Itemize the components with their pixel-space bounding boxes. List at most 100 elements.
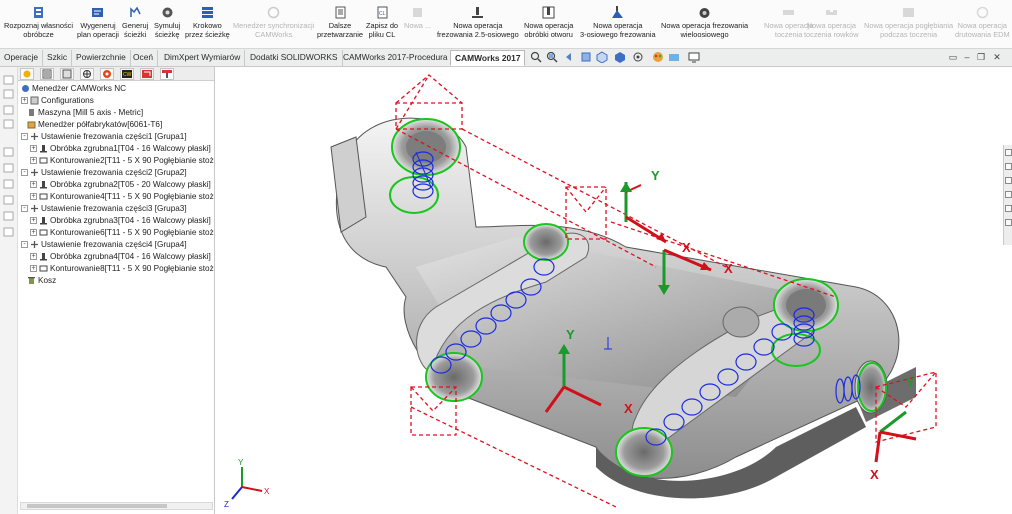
step-through-button[interactable]: Krokowo przez ścieżkę <box>185 6 230 39</box>
strip-tool-icon-6[interactable] <box>3 163 14 173</box>
sync-manager-button[interactable]: Menedżer synchronizacji CAMWorks <box>233 6 314 39</box>
strip-tool-icon-7[interactable] <box>3 179 14 189</box>
expand-icon[interactable]: + <box>30 181 37 189</box>
mill-multiaxis-icon <box>699 8 710 18</box>
zoom-area-icon[interactable] <box>546 51 558 63</box>
save-cl-button[interactable]: CL Zapisz do pliku CL <box>366 6 398 39</box>
tab-camworks-2017[interactable]: CAMWorks 2017 <box>450 50 526 66</box>
new-grooving-button[interactable]: Nowa operacja toczenia rowków <box>804 6 859 39</box>
zoom-to-fit-icon[interactable] <box>530 51 542 63</box>
view-settings-icon[interactable] <box>688 51 700 63</box>
close-icon[interactable]: ✕ <box>992 52 1002 62</box>
tab-ocen[interactable]: Oceń <box>129 50 159 66</box>
scenes-icon[interactable] <box>668 51 680 63</box>
expand-icon[interactable]: + <box>21 97 28 105</box>
configurationmanager-tab[interactable] <box>60 68 74 80</box>
expand-icon[interactable]: + <box>30 157 37 165</box>
graphics-viewport[interactable]: Y X X Y X Y X Y X Z <box>216 67 1012 514</box>
expand-icon[interactable]: + <box>30 193 37 201</box>
maximize-icon[interactable]: ❐ <box>976 52 986 62</box>
new-multiaxis-mill-button[interactable]: Nowa operacja frezowania wieloosiowego <box>661 6 748 39</box>
tree-item-mill-setup-1[interactable]: - Ustawienie frezowania części1 [Grupa1] <box>21 131 187 143</box>
tree-item-mill-setup-4[interactable]: - Ustawienie frezowania części4 [Grupa4] <box>21 239 187 251</box>
tab-dimxpert[interactable]: DimXpert Wymiarów <box>160 50 246 66</box>
expand-icon[interactable]: + <box>30 265 37 273</box>
axis-label-x: X <box>724 261 733 276</box>
tree-item-configurations[interactable]: + Configurations <box>21 95 94 107</box>
collapse-icon[interactable]: - <box>21 205 28 213</box>
expand-icon[interactable]: + <box>30 253 37 261</box>
expand-icon[interactable]: + <box>30 229 37 237</box>
tree-item-recycle-bin[interactable]: Kosz <box>27 275 56 287</box>
feature-recognition-button[interactable]: Rozpoznaj własności obróbcze <box>4 6 73 39</box>
mill-setup-icon <box>31 133 38 141</box>
new-hole-op-button[interactable]: Nowa operacja obróbki otworu <box>524 6 573 39</box>
tree-item-machine[interactable]: Maszyna [Mill 5 axis - Metric] <box>27 107 143 119</box>
new-counterbore-turn-button[interactable]: Nowa operacja pogłębiania podczas toczeni… <box>864 6 953 39</box>
new-dropdown-button[interactable]: Nowa ... <box>404 6 431 30</box>
display-manager-tab[interactable] <box>100 68 114 80</box>
tree-item-mill-setup-3[interactable]: - Ustawienie frezowania części3 [Grupa3] <box>21 203 187 215</box>
appearances-icon[interactable] <box>1005 205 1012 212</box>
tab-operacje[interactable]: Operacje <box>0 50 43 66</box>
tree-horizontal-scrollbar[interactable] <box>20 502 213 510</box>
strip-tool-icon-9[interactable] <box>3 211 14 221</box>
tree-item-rough-mill-4[interactable]: + Obróbka zgrubna4[T04 - 16 Walcowy płask… <box>30 251 211 263</box>
section-view-icon[interactable] <box>580 51 592 63</box>
strip-tool-icon-10[interactable] <box>3 227 14 237</box>
solidworks-resources-icon[interactable] <box>1005 149 1012 156</box>
simulate-button[interactable]: Symuluj ścieżkę <box>154 6 180 39</box>
generate-toolpath-button[interactable]: Generuj ścieżki <box>122 6 148 39</box>
file-explorer-icon[interactable] <box>1005 177 1012 184</box>
svg-text:CW: CW <box>123 72 132 78</box>
strip-tool-icon-5[interactable] <box>3 147 14 157</box>
tab-camworks-procedura[interactable]: CAMWorks 2017-Procedura <box>339 50 453 66</box>
dimxpert-icon <box>83 70 91 78</box>
cam-tool-tree-tab[interactable] <box>160 68 174 80</box>
tab-szkic[interactable]: Szkic <box>43 50 73 66</box>
tree-item-rough-mill-1[interactable]: + Obróbka zgrubna1[T04 - 16 Walcowy płask… <box>30 143 211 155</box>
expand-icon[interactable]: + <box>30 217 37 225</box>
scrollbar-thumb[interactable] <box>27 504 167 508</box>
new-25axis-mill-button[interactable]: Nowa operacja frezowania 2.5-osiowego <box>437 6 519 39</box>
collapse-icon[interactable]: - <box>21 169 28 177</box>
cam-operation-tree-tab[interactable] <box>140 68 154 80</box>
custom-properties-icon[interactable] <box>1005 219 1012 226</box>
previous-view-icon[interactable] <box>564 51 576 63</box>
view-palette-icon[interactable] <box>1005 191 1012 198</box>
tree-item-contour-mill-6[interactable]: + Konturowanie6[T11 - 5 X 90 Pogłębianie … <box>30 227 214 239</box>
view-orientation-icon[interactable] <box>596 51 608 63</box>
tree-item-mill-setup-2[interactable]: - Ustawienie frezowania części2 [Grupa2] <box>21 167 187 179</box>
tree-item-rough-mill-3[interactable]: + Obróbka zgrubna3[T04 - 16 Walcowy płask… <box>30 215 211 227</box>
collapse-icon[interactable]: - <box>21 241 28 249</box>
new-wire-edm-button[interactable]: Nowa operacja drutowania EDM <box>955 6 1010 39</box>
strip-tool-icon-8[interactable] <box>3 195 14 205</box>
propertymanager-tab[interactable] <box>40 68 54 80</box>
dimxpert-tab[interactable] <box>80 68 94 80</box>
hide-show-icon[interactable] <box>632 51 644 63</box>
featuremanager-tab[interactable] <box>20 68 34 80</box>
new-3axis-mill-button[interactable]: Nowa operacja 3-osiowego frezowania <box>580 6 656 39</box>
strip-tool-icon-4[interactable] <box>3 119 14 129</box>
strip-tool-icon-3[interactable] <box>3 105 14 115</box>
tree-root[interactable]: Menedżer CAMWorks NC <box>21 83 126 95</box>
tab-dodatki-solidworks[interactable]: Dodatki SOLIDWORKS <box>246 50 343 66</box>
design-library-icon[interactable] <box>1005 163 1012 170</box>
generate-plan-button[interactable]: Wygeneruj plan operacji <box>77 6 119 39</box>
collapse-icon[interactable]: - <box>21 133 28 141</box>
tab-powierzchnie[interactable]: Powierzchnie <box>72 50 131 66</box>
expand-icon[interactable]: + <box>30 145 37 153</box>
strip-tool-icon-1[interactable] <box>3 75 14 85</box>
minimize-icon[interactable]: – <box>962 52 972 62</box>
display-style-icon[interactable] <box>614 51 626 63</box>
strip-tool-icon-2[interactable] <box>3 89 14 99</box>
edit-appearance-icon[interactable] <box>652 51 664 63</box>
tree-item-contour-mill-8[interactable]: + Konturowanie8[T11 - 5 X 90 Pogłębianie … <box>30 263 214 275</box>
tree-item-rough-mill-2[interactable]: + Obróbka zgrubna2[T05 - 20 Walcowy płask… <box>30 179 211 191</box>
tree-item-contour-mill-4[interactable]: + Konturowanie4[T11 - 5 X 90 Pogłębianie … <box>30 191 214 203</box>
tree-item-stock-manager[interactable]: Menedżer półfabrykatów[6061-T6] <box>27 119 162 131</box>
tree-item-contour-mill-2[interactable]: + Konturowanie2[T11 - 5 X 90 Pogłębianie … <box>30 155 214 167</box>
restore-icon[interactable]: ▭ <box>948 52 958 62</box>
cam-feature-tree-tab[interactable]: CW <box>120 68 134 80</box>
post-process-button[interactable]: Dalsze przetwarzanie <box>317 6 363 39</box>
